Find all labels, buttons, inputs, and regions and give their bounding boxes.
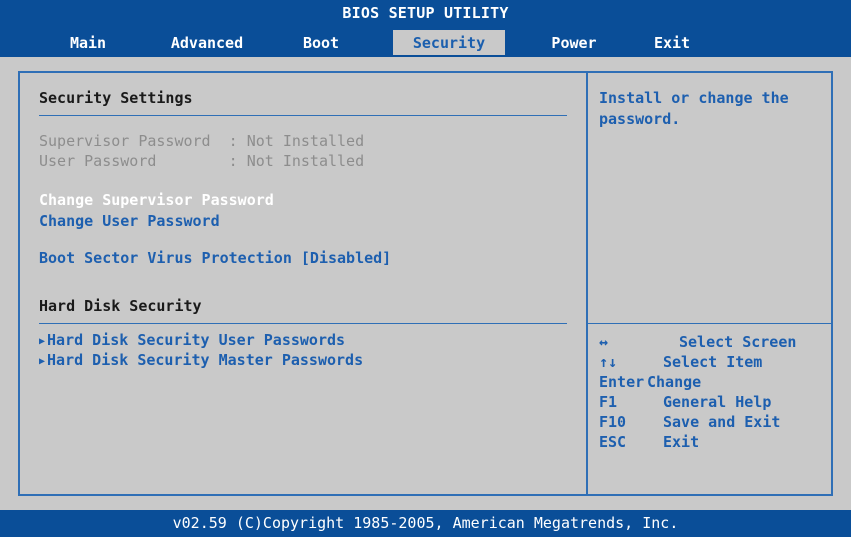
help-text-line-2: password. xyxy=(599,110,681,128)
user-password-status: User Password : Not Installed xyxy=(39,152,365,170)
key-action: Exit xyxy=(663,433,700,451)
main-panel: Security Settings Supervisor Password : … xyxy=(18,71,833,496)
supervisor-password-status: Supervisor Password : Not Installed xyxy=(39,132,365,150)
key-action: Select Item xyxy=(663,353,763,371)
up-down-arrow-icon: ↑↓ xyxy=(599,353,618,371)
help-text-line-1: Install or change the xyxy=(599,89,789,107)
help-divider xyxy=(588,323,831,324)
key-action: Select Screen xyxy=(679,333,797,351)
key-label: ESC xyxy=(599,433,627,451)
key-change: Enter Change xyxy=(599,373,701,391)
hd-master-passwords-label: Hard Disk Security Master Passwords xyxy=(47,351,364,369)
key-label: F10 xyxy=(599,413,627,431)
copyright-text: v02.59 (C)Copyright 1985-2005, American … xyxy=(172,514,679,532)
key-select-item: ↑↓ Select Item xyxy=(599,353,762,371)
section-underline-2 xyxy=(39,323,567,324)
submenu-arrow-icon: ▶ xyxy=(39,356,46,367)
tab-main[interactable]: Main xyxy=(48,30,128,57)
boot-sector-virus-protection-item[interactable]: Boot Sector Virus Protection [Disabled] xyxy=(39,249,391,267)
panel-divider xyxy=(586,73,588,494)
key-exit: ESC Exit xyxy=(599,433,699,451)
tab-advanced[interactable]: Advanced xyxy=(148,30,266,57)
key-general-help: F1 General Help xyxy=(599,393,771,411)
change-supervisor-password-item[interactable]: Change Supervisor Password xyxy=(39,191,274,209)
key-select-screen: ↔ Select Screen xyxy=(599,333,796,351)
key-save-exit: F10 Save and Exit xyxy=(599,413,780,431)
key-action: General Help xyxy=(663,393,772,411)
submenu-arrow-icon: ▶ xyxy=(39,336,46,347)
tab-power[interactable]: Power xyxy=(530,30,618,57)
hd-master-passwords-item[interactable]: ▶ Hard Disk Security Master Passwords xyxy=(39,351,363,369)
hd-user-passwords-item[interactable]: ▶ Hard Disk Security User Passwords xyxy=(39,331,345,349)
copyright-footer: v02.59 (C)Copyright 1985-2005, American … xyxy=(0,510,851,537)
tab-security[interactable]: Security xyxy=(393,30,505,57)
section-title-security-settings: Security Settings xyxy=(39,89,193,107)
key-action: Change xyxy=(647,373,702,391)
hd-user-passwords-label: Hard Disk Security User Passwords xyxy=(47,331,346,349)
key-action: Save and Exit xyxy=(663,413,781,431)
key-label: F1 xyxy=(599,393,618,411)
app-title: BIOS SETUP UTILITY xyxy=(342,4,509,22)
tab-boot[interactable]: Boot xyxy=(286,30,356,57)
key-label: Enter xyxy=(599,373,645,391)
section-underline xyxy=(39,115,567,116)
change-user-password-item[interactable]: Change User Password xyxy=(39,212,220,230)
tab-exit[interactable]: Exit xyxy=(642,30,702,57)
tab-bar: Main Advanced Boot Security Power Exit xyxy=(0,26,851,57)
left-right-arrow-icon: ↔ xyxy=(599,333,609,351)
title-bar: BIOS SETUP UTILITY xyxy=(0,0,851,26)
section-title-hard-disk-security: Hard Disk Security xyxy=(39,297,202,315)
